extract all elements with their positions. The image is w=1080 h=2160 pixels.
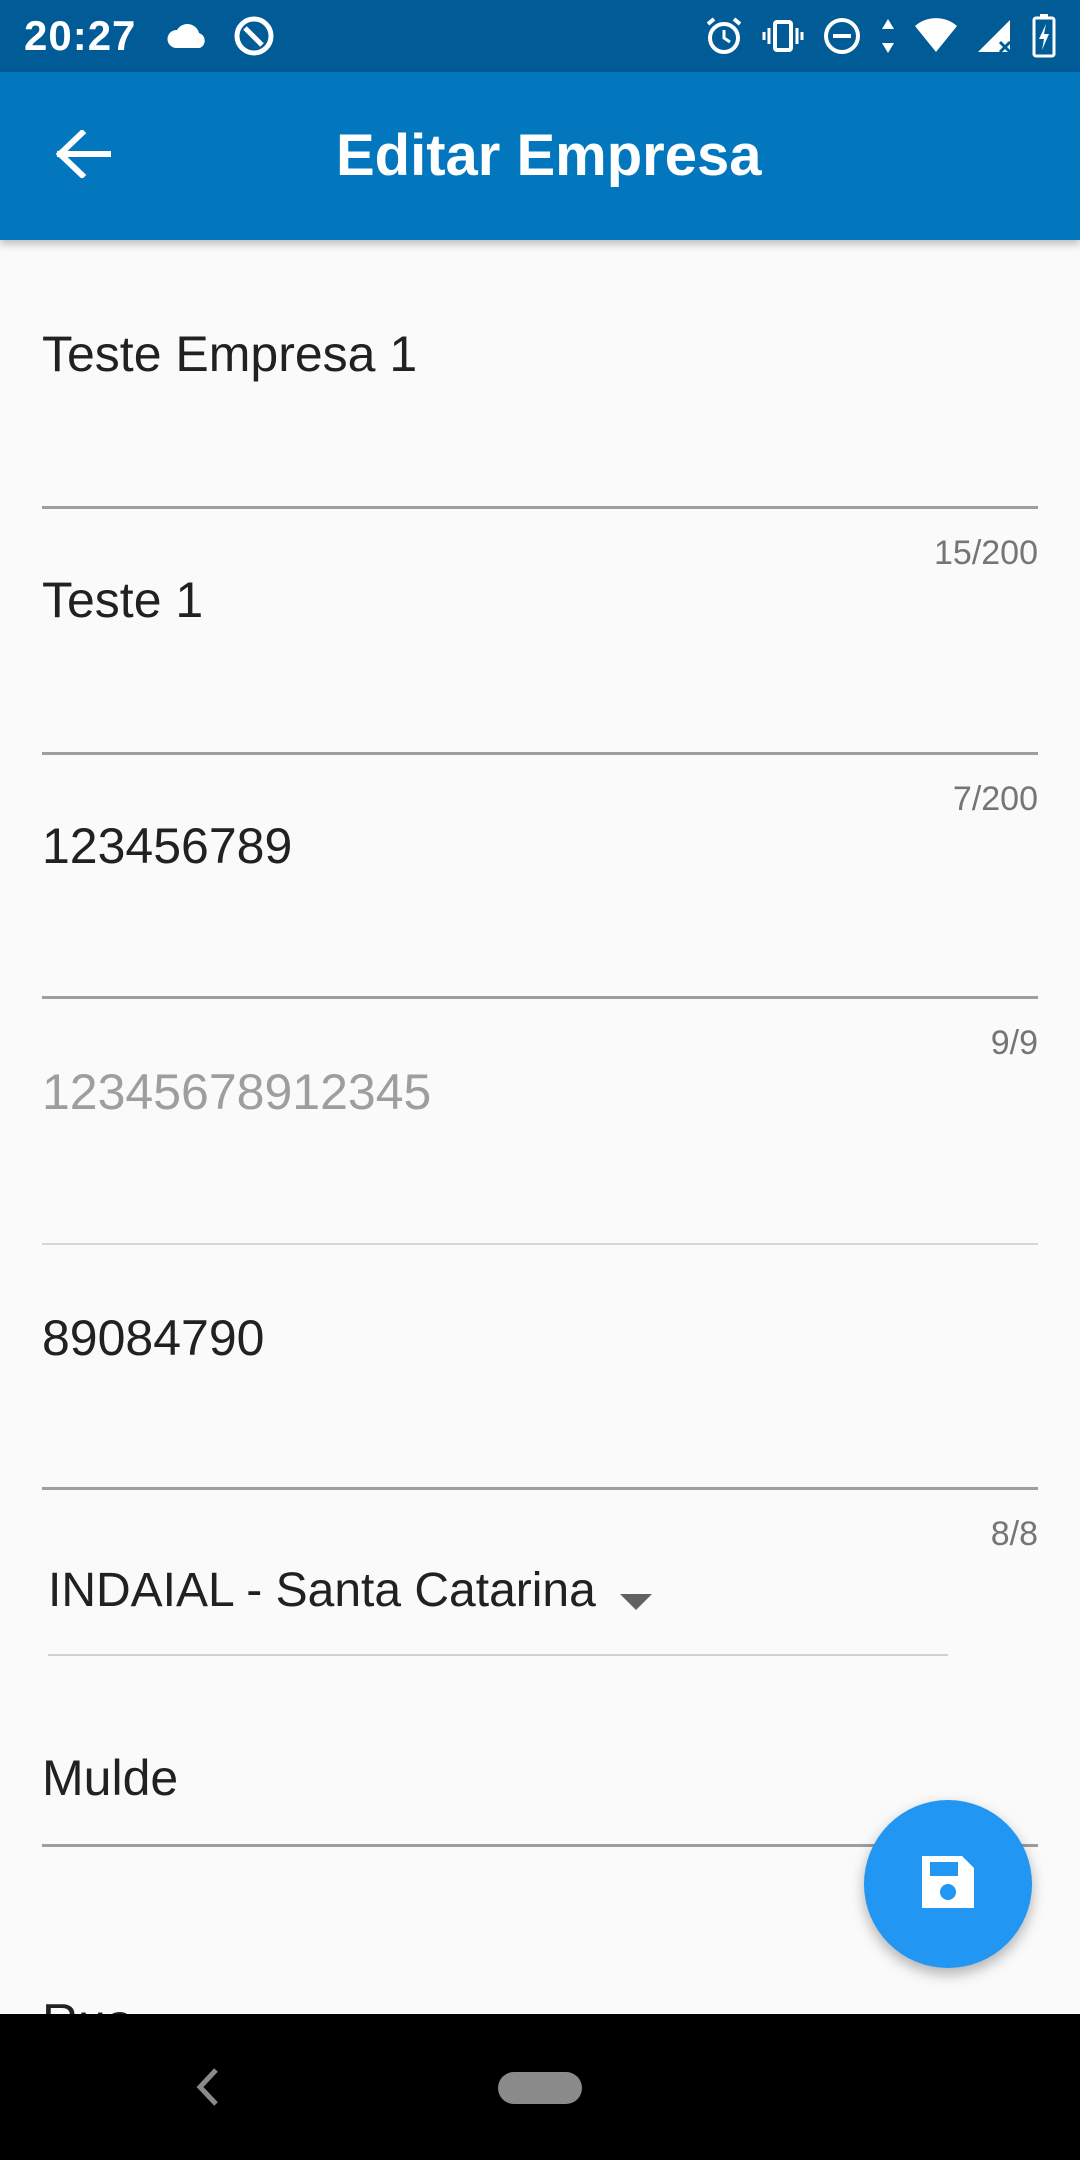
city-dropdown-value: INDAIAL - Santa Catarina — [48, 1564, 596, 1617]
data-arrows-icon — [880, 17, 896, 55]
save-button[interactable] — [864, 1800, 1032, 1968]
page-title: Editar Empresa — [336, 123, 762, 188]
field-underline — [42, 752, 1038, 755]
field-underline — [42, 996, 1038, 999]
arrow-back-icon — [55, 128, 112, 183]
cloud-icon — [166, 22, 210, 50]
zip-code-field[interactable]: 89084790 8/8 — [42, 1308, 1038, 1553]
trade-name-input[interactable]: Teste 1 — [42, 570, 1038, 630]
field-underline — [42, 506, 1038, 509]
number-input[interactable]: 123456789 — [42, 816, 1038, 876]
vibrate-icon — [762, 19, 804, 53]
trade-name-field[interactable]: Teste 1 7/200 — [42, 570, 1038, 818]
document-input: 12345678912345 — [42, 1064, 432, 1120]
dropdown-arrow-icon — [619, 1593, 652, 1610]
company-form: Teste Empresa 1 15/200 Teste 1 7/200 123… — [0, 240, 1080, 2014]
char-counter: 7/200 — [952, 780, 1038, 818]
signal-icon — [976, 18, 1014, 54]
status-left-icons — [166, 14, 276, 58]
sync-icon — [232, 14, 276, 58]
status-right-icons — [704, 14, 1056, 58]
screen: 20:27 Editar Empresa Teste Empresa 1 15/… — [0, 0, 1080, 2160]
number-field[interactable]: 123456789 9/9 — [42, 816, 1038, 1062]
wifi-icon — [914, 18, 958, 54]
do-not-disturb-icon — [822, 16, 862, 56]
dropdown-underline — [48, 1654, 948, 1656]
company-name-input[interactable]: Teste Empresa 1 — [42, 324, 1038, 384]
status-time: 20:27 — [24, 12, 137, 59]
neighborhood-field[interactable]: Mulde — [42, 1748, 1038, 1847]
zip-code-input[interactable]: 89084790 — [42, 1308, 1038, 1368]
status-bar: 20:27 — [0, 0, 1080, 72]
back-button[interactable] — [40, 112, 128, 200]
street-field[interactable]: Rua — [42, 1992, 1038, 2014]
system-nav-bar — [0, 2014, 1080, 2160]
city-dropdown[interactable]: INDAIAL - Santa Catarina — [48, 1562, 948, 1656]
street-input[interactable]: Rua — [42, 1992, 1038, 2014]
app-bar: Editar Empresa — [0, 72, 1080, 240]
alarm-icon — [704, 16, 744, 56]
document-field: 12345678912345 — [42, 1062, 1038, 1245]
save-icon — [918, 1852, 978, 1917]
nav-back-icon[interactable] — [190, 2060, 226, 2114]
char-counter: 8/8 — [990, 1515, 1038, 1553]
battery-charging-icon — [1032, 14, 1056, 58]
char-counter: 9/9 — [990, 1024, 1038, 1062]
home-pill[interactable] — [498, 2072, 582, 2104]
company-name-field[interactable]: Teste Empresa 1 15/200 — [42, 324, 1038, 572]
neighborhood-input[interactable]: Mulde — [42, 1748, 1038, 1808]
char-counter: 15/200 — [934, 534, 1038, 572]
field-underline — [42, 1487, 1038, 1490]
field-underline — [42, 1243, 1038, 1245]
